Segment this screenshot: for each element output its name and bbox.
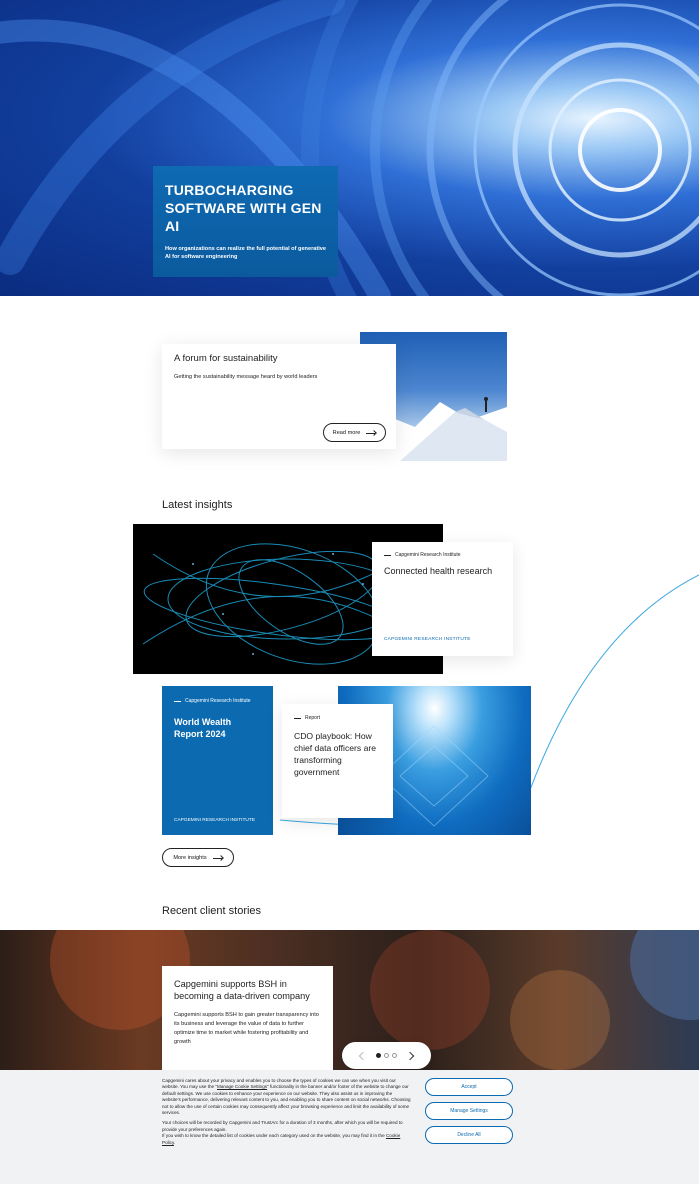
cookie-text: Capgemini cares about your privacy and e… bbox=[162, 1078, 412, 1150]
cookie-text-part: If you wish to know the detailed list of… bbox=[162, 1133, 386, 1139]
card-title: CDO playbook: How chief data officers ar… bbox=[294, 731, 377, 777]
chevron-left-icon[interactable] bbox=[358, 1051, 368, 1060]
carousel-controls bbox=[342, 1042, 431, 1069]
arrow-right-icon bbox=[366, 430, 376, 436]
carousel-dot[interactable] bbox=[376, 1053, 381, 1058]
decline-all-button[interactable]: Decline All bbox=[425, 1126, 513, 1144]
forum-text: Getting the sustainability message heard… bbox=[174, 374, 318, 380]
hero-title: TURBOCHARGING SOFTWARE WITH GEN AI bbox=[165, 182, 322, 234]
world-wealth-card[interactable]: Capgemini Research Institute World Wealt… bbox=[162, 686, 273, 835]
forum-title: A forum for sustainability bbox=[174, 353, 278, 364]
card-title: World Wealth Report 2024 bbox=[174, 717, 232, 739]
cookie-banner: Capgemini cares about your privacy and e… bbox=[0, 1070, 699, 1184]
latest-insights-heading: Latest insights bbox=[162, 499, 233, 511]
hero-tunnel-graphic bbox=[0, 0, 699, 296]
carousel-dot[interactable] bbox=[392, 1053, 397, 1058]
accept-button[interactable]: Accept bbox=[425, 1078, 513, 1096]
cookie-text-part: . bbox=[173, 1139, 176, 1145]
manage-settings-button[interactable]: Manage Settings bbox=[425, 1102, 513, 1120]
story-text: Capgemini supports BSH to gain greater t… bbox=[174, 1012, 319, 1045]
chevron-right-icon[interactable] bbox=[405, 1051, 415, 1060]
client-stories-heading: Recent client stories bbox=[162, 905, 262, 917]
carousel-dots bbox=[376, 1053, 397, 1058]
connected-health-card[interactable]: Capgemini Research Institute Connected h… bbox=[372, 542, 513, 656]
hero-card[interactable]: TURBOCHARGING SOFTWARE WITH GEN AI How o… bbox=[153, 166, 338, 277]
card-footer: CAPGEMINI RESEARCH INSTITUTE bbox=[174, 818, 256, 823]
read-more-label: Read more bbox=[332, 429, 361, 436]
hero-banner: TURBOCHARGING SOFTWARE WITH GEN AI How o… bbox=[0, 0, 699, 296]
read-more-button[interactable]: Read more bbox=[323, 423, 386, 442]
more-insights-button[interactable]: More insights bbox=[162, 848, 234, 867]
manage-cookie-settings-link[interactable]: Manage Cookie Settings bbox=[217, 1084, 267, 1089]
card-tag: Report bbox=[294, 715, 381, 721]
carousel-dot[interactable] bbox=[384, 1053, 389, 1058]
card-title: Connected health research bbox=[384, 566, 493, 576]
hero-subtitle: How organizations can realize the full p… bbox=[165, 246, 327, 260]
cdo-playbook-card[interactable]: Report CDO playbook: How chief data offi… bbox=[282, 704, 393, 818]
card-footer: CAPGEMINI RESEARCH INSTITUTE bbox=[384, 637, 471, 642]
more-insights-label: More insights bbox=[173, 854, 207, 861]
cookie-text-part: Your choices will be recorded by Capgemi… bbox=[162, 1120, 403, 1132]
arrow-right-icon bbox=[212, 855, 223, 861]
story-title: Capgemini supports BSH in becoming a dat… bbox=[174, 979, 310, 1001]
card-tag: Capgemini Research Institute bbox=[174, 698, 261, 704]
forum-card: A forum for sustainability Getting the s… bbox=[162, 344, 396, 449]
client-story-card[interactable]: Capgemini supports BSH in becoming a dat… bbox=[162, 966, 333, 1076]
card-tag: Capgemini Research Institute bbox=[384, 552, 501, 558]
